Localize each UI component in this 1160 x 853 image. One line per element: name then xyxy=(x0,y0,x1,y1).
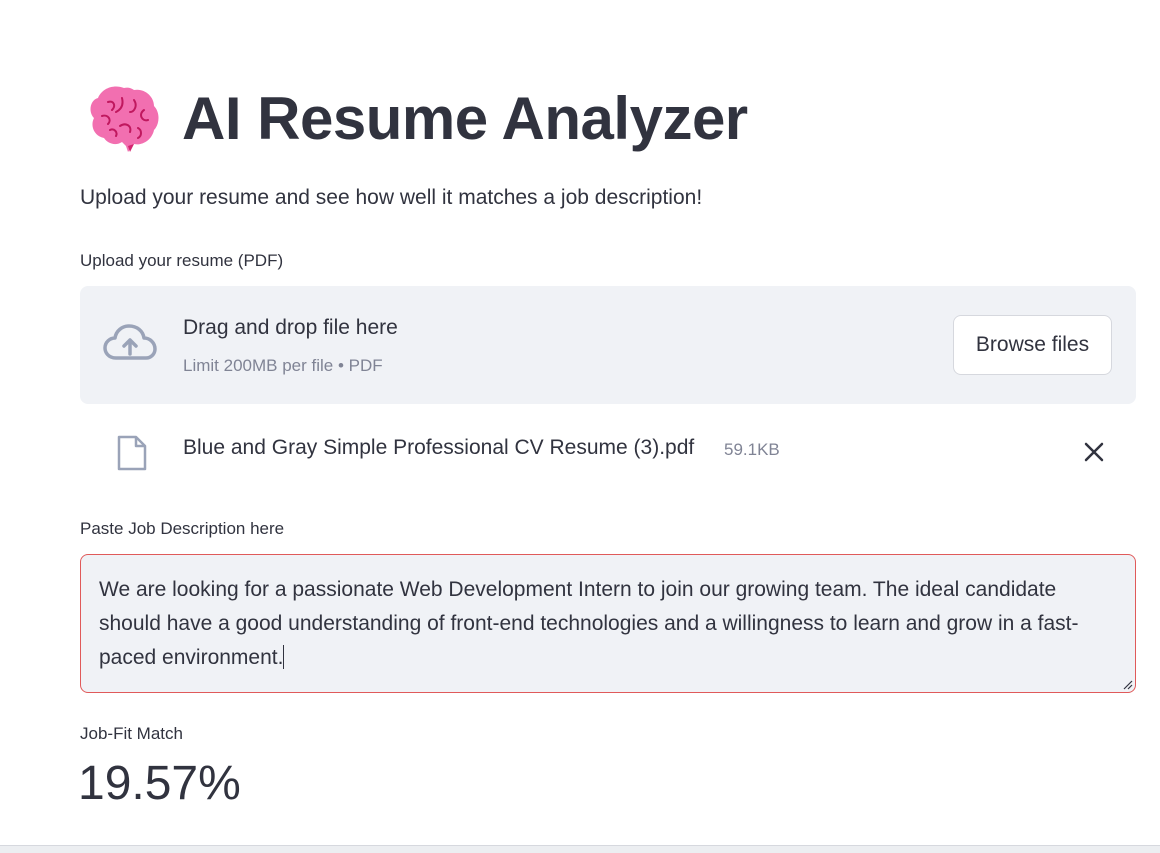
horizontal-scrollbar[interactable] xyxy=(0,845,1160,853)
file-icon xyxy=(117,435,147,471)
app-page: AI Resume Analyzer Upload your resume an… xyxy=(0,0,1160,853)
page-subtitle: Upload your resume and see how well it m… xyxy=(80,186,703,209)
uploaded-file-name: Blue and Gray Simple Professional CV Res… xyxy=(183,436,695,459)
job-description-text: We are looking for a passionate Web Deve… xyxy=(99,578,1079,669)
browse-files-button[interactable]: Browse files xyxy=(953,315,1112,375)
job-description-label: Paste Job Description here xyxy=(80,519,285,538)
uploaded-file-row: Blue and Gray Simple Professional CV Res… xyxy=(80,424,1136,480)
page-title: AI Resume Analyzer xyxy=(182,84,748,152)
metric-value: 19.57% xyxy=(78,757,241,810)
text-caret xyxy=(283,645,285,669)
job-description-textarea[interactable]: We are looking for a passionate Web Deve… xyxy=(80,554,1136,693)
brain-icon xyxy=(90,86,159,152)
uploaded-file-size: 59.1KB xyxy=(724,440,780,459)
cloud-upload-icon xyxy=(103,324,157,360)
metric-label: Job-Fit Match xyxy=(80,724,183,743)
dropzone-title: Drag and drop file here xyxy=(183,316,398,339)
file-dropzone[interactable]: Drag and drop file here Limit 200MB per … xyxy=(80,286,1136,404)
upload-label: Upload your resume (PDF) xyxy=(80,251,284,270)
resize-handle-icon[interactable] xyxy=(1121,678,1133,690)
header: AI Resume Analyzer xyxy=(86,80,748,156)
close-icon[interactable] xyxy=(1083,441,1105,463)
dropzone-limit: Limit 200MB per file • PDF xyxy=(183,356,383,375)
